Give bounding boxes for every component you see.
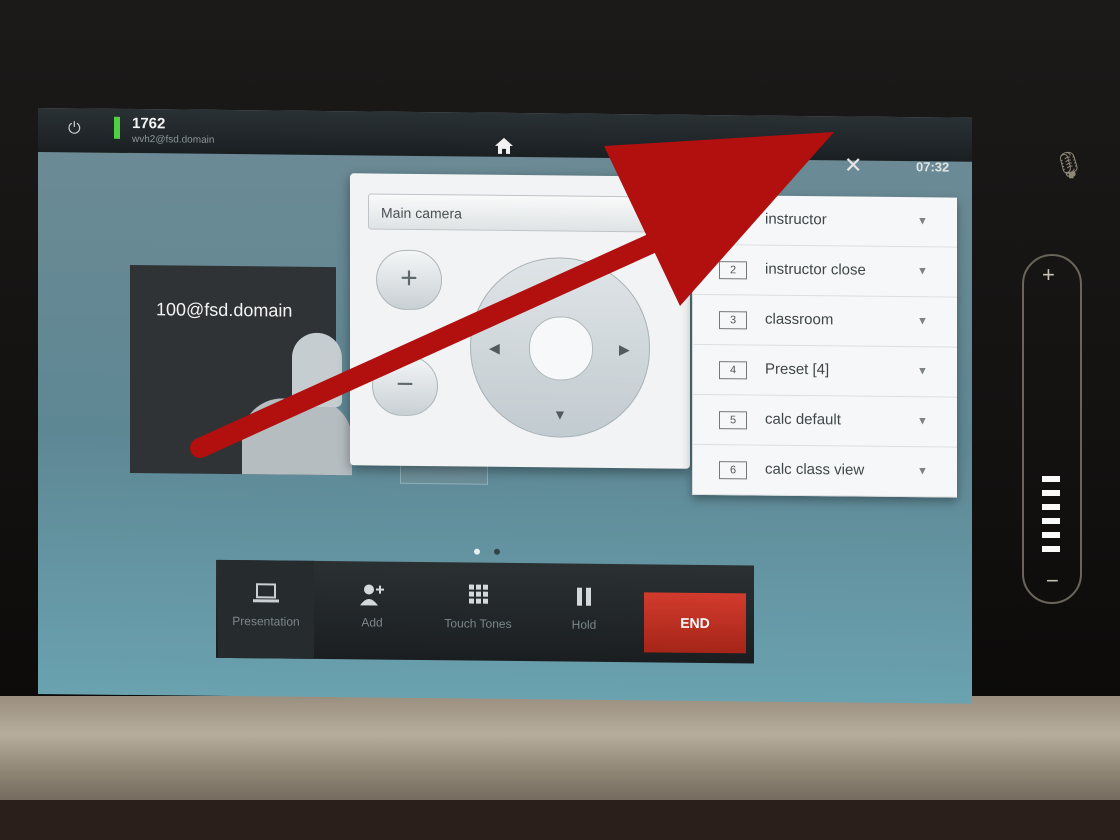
preset-name: classroom <box>765 310 834 329</box>
volume-down-button[interactable]: − <box>1046 568 1059 594</box>
preset-name: instructor <box>765 210 827 229</box>
hold-button[interactable]: Hold <box>536 563 632 662</box>
preset-name: Preset [4] <box>765 360 830 379</box>
volume-control[interactable]: + − <box>1022 254 1082 604</box>
remote-participant-uri: 100@fsd.domain <box>156 299 293 321</box>
keypad-icon <box>469 584 488 604</box>
zoom-in-button[interactable]: + <box>376 249 442 311</box>
call-toolbar: Presentation Add Touch Tones Hold END <box>216 559 754 664</box>
pause-icon <box>577 587 591 606</box>
add-user-icon <box>360 584 384 606</box>
pan-left-icon[interactable]: ◀ <box>489 340 500 357</box>
volume-tick <box>1042 490 1060 496</box>
volume-tick <box>1042 546 1060 552</box>
preset-item[interactable]: 4 Preset [4] ▼ <box>693 344 957 398</box>
chevron-down-icon[interactable]: ▼ <box>917 365 928 377</box>
end-call-button[interactable]: END <box>644 592 746 654</box>
preset-item[interactable]: 2 instructor close ▼ <box>693 244 957 298</box>
chevron-down-icon[interactable]: ▼ <box>917 415 928 427</box>
volume-tick <box>1042 476 1060 482</box>
touch-screen: ⏻ 1762 wvh2@fsd.domain ✕ 07:32 100@fsd.d… <box>38 108 972 704</box>
volume-tick <box>1042 504 1060 510</box>
presentation-label: Presentation <box>232 614 300 629</box>
mic-mute-icon[interactable]: 🎙 <box>1052 150 1085 181</box>
power-icon[interactable]: ⏻ <box>68 120 86 138</box>
hold-label: Hold <box>571 617 597 632</box>
preset-item[interactable]: 3 classroom ▼ <box>693 294 957 348</box>
background-surface <box>0 800 1120 840</box>
preset-name: instructor close <box>765 260 866 279</box>
preset-number: 3 <box>719 311 747 330</box>
chevron-down-icon[interactable]: ▼ <box>917 315 928 327</box>
tilt-up-icon[interactable]: ▲ <box>553 276 567 292</box>
preset-number: 5 <box>719 411 747 430</box>
clock: 07:32 <box>916 159 950 175</box>
camera-presets-list: instructor ▼ 2 instructor close ▼ 3 clas… <box>692 194 957 498</box>
preset-number: 4 <box>719 361 747 380</box>
chevron-down-icon[interactable]: ▼ <box>917 465 928 477</box>
pan-tilt-center[interactable] <box>529 316 593 381</box>
volume-tick <box>1042 532 1060 538</box>
preset-name: calc default <box>765 410 841 429</box>
preset-item[interactable]: 5 calc default ▼ <box>693 394 957 448</box>
volume-up-button[interactable]: + <box>1042 262 1055 288</box>
zoom-out-button[interactable]: − <box>372 355 438 417</box>
participant-avatar-body <box>242 398 352 476</box>
chevron-down-icon[interactable]: ▼ <box>917 265 928 277</box>
participant-avatar-head <box>292 332 342 408</box>
camera-control-panel: Main camera + − ▲ ▼ ◀ ▶ <box>350 173 690 469</box>
preset-name: calc class view <box>765 460 865 479</box>
camera-select[interactable]: Main camera <box>368 193 668 233</box>
chevron-down-icon[interactable]: ▼ <box>917 215 928 227</box>
tilt-down-icon[interactable]: ▼ <box>553 406 567 422</box>
volume-tick <box>1042 518 1060 524</box>
add-label: Add <box>361 615 383 630</box>
pan-tilt-pad[interactable]: ▲ ▼ ◀ ▶ <box>470 256 650 439</box>
presentation-button[interactable]: Presentation <box>218 559 314 659</box>
system-number: 1762 <box>132 114 166 133</box>
page-indicator-active[interactable] <box>474 548 480 555</box>
page-indicator[interactable] <box>494 548 500 555</box>
preset-number: 6 <box>719 461 747 480</box>
pan-right-icon[interactable]: ▶ <box>619 341 630 358</box>
system-uri: wvh2@fsd.domain <box>132 133 215 146</box>
laptop-icon <box>253 583 279 603</box>
touch-tones-label: Touch Tones <box>444 616 512 631</box>
preset-number: 2 <box>719 261 747 280</box>
home-icon[interactable] <box>494 137 514 155</box>
remote-participant-tile[interactable]: 100@fsd.domain <box>130 264 352 476</box>
preset-item[interactable]: 6 calc class view ▼ <box>693 444 957 498</box>
preset-item[interactable]: instructor ▼ <box>693 194 957 248</box>
signal-indicator <box>114 116 120 139</box>
add-participant-button[interactable]: Add <box>324 561 420 660</box>
wrench-icon[interactable]: ✕ <box>844 152 862 178</box>
device-bezel-bottom <box>0 696 1120 806</box>
touch-tones-button[interactable]: Touch Tones <box>426 562 530 661</box>
